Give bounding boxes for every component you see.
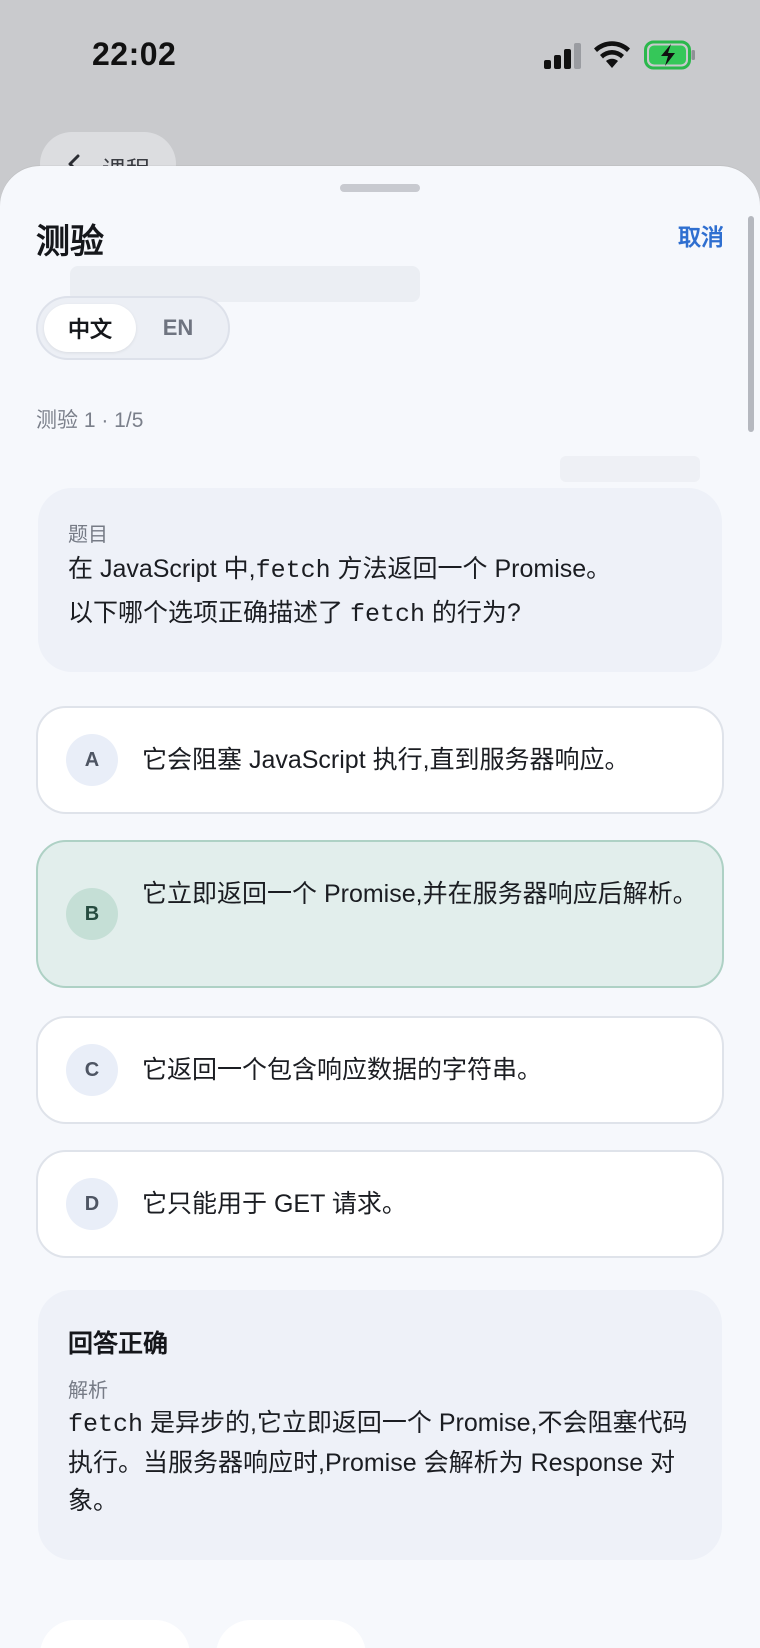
- bottom-action-button[interactable]: [216, 1620, 366, 1648]
- question-card: 题目 在 JavaScript 中,fetch 方法返回一个 Promise。 …: [38, 488, 722, 672]
- answer-option-c[interactable]: C 它返回一个包含响应数据的字符串。: [36, 1016, 724, 1124]
- option-text: 它会阻塞 JavaScript 执行,直到服务器响应。: [142, 746, 630, 774]
- sheet-title: 测验: [36, 223, 104, 261]
- question-text: 在 JavaScript 中,fetch 方法返回一个 Promise。 以下哪…: [68, 548, 698, 636]
- option-text: 它返回一个包含响应数据的字符串。: [142, 1056, 543, 1084]
- quiz-sheet: 测验 取消 中文 EN 测验 1 · 1/5 题目 在 JavaScript 中…: [0, 166, 760, 1648]
- inline-code: fetch: [68, 1410, 144, 1439]
- status-time: 22:02: [92, 36, 177, 72]
- explanation-text: fetch 是异步的,它立即返回一个 Promise,不会阻塞代码执行。当服务器…: [68, 1404, 698, 1520]
- result-title: 回答正确: [68, 1330, 169, 1358]
- background-content-ghost: [560, 456, 700, 482]
- bottom-action-button[interactable]: [40, 1620, 190, 1648]
- sheet-grabber[interactable]: [340, 184, 420, 192]
- wifi-icon: [594, 41, 630, 68]
- question-line-2: 以下哪个选项正确描述了 fetch 的行为?: [68, 592, 698, 636]
- result-card: 回答正确 解析 fetch 是异步的,它立即返回一个 Promise,不会阻塞代…: [38, 1290, 722, 1560]
- option-text: 它立即返回一个 Promise,并在服务器响应后解析。: [142, 880, 698, 908]
- status-bar: 22:02: [0, 0, 760, 110]
- battery-charging-icon: [644, 40, 695, 70]
- explanation-body: 是异步的,它立即返回一个 Promise,不会阻塞代码执行。当服务器响应时,Pr…: [68, 1409, 688, 1515]
- language-option-zh[interactable]: 中文: [44, 304, 136, 352]
- explanation-label: 解析: [68, 1380, 108, 1402]
- option-letter-badge: A: [66, 734, 118, 786]
- answer-option-a[interactable]: A 它会阻塞 JavaScript 执行,直到服务器响应。: [36, 706, 724, 814]
- inline-code: fetch: [255, 556, 331, 585]
- option-letter-badge: C: [66, 1044, 118, 1096]
- scrollbar[interactable]: [748, 216, 754, 432]
- question-label: 题目: [68, 524, 108, 546]
- option-letter-badge: D: [66, 1178, 118, 1230]
- answer-option-b[interactable]: B 它立即返回一个 Promise,并在服务器响应后解析。: [36, 840, 724, 988]
- question-line-1: 在 JavaScript 中,fetch 方法返回一个 Promise。: [68, 548, 698, 592]
- cellular-signal-icon: [544, 43, 581, 69]
- question-text-part: 的行为?: [424, 599, 521, 627]
- cancel-button[interactable]: 取消: [678, 218, 724, 252]
- quiz-progress: 测验 1 · 1/5: [36, 409, 144, 432]
- language-option-en[interactable]: EN: [132, 304, 224, 352]
- option-letter-badge: B: [66, 888, 118, 940]
- option-text: 它只能用于 GET 请求。: [142, 1190, 407, 1218]
- question-text-part: 方法返回一个 Promise。: [330, 555, 612, 583]
- language-toggle: 中文 EN: [36, 296, 230, 360]
- answer-option-d[interactable]: D 它只能用于 GET 请求。: [36, 1150, 724, 1258]
- inline-code: fetch: [349, 600, 425, 629]
- question-text-part: 以下哪个选项正确描述了: [68, 599, 350, 627]
- question-text-part: 在 JavaScript 中,: [68, 555, 256, 583]
